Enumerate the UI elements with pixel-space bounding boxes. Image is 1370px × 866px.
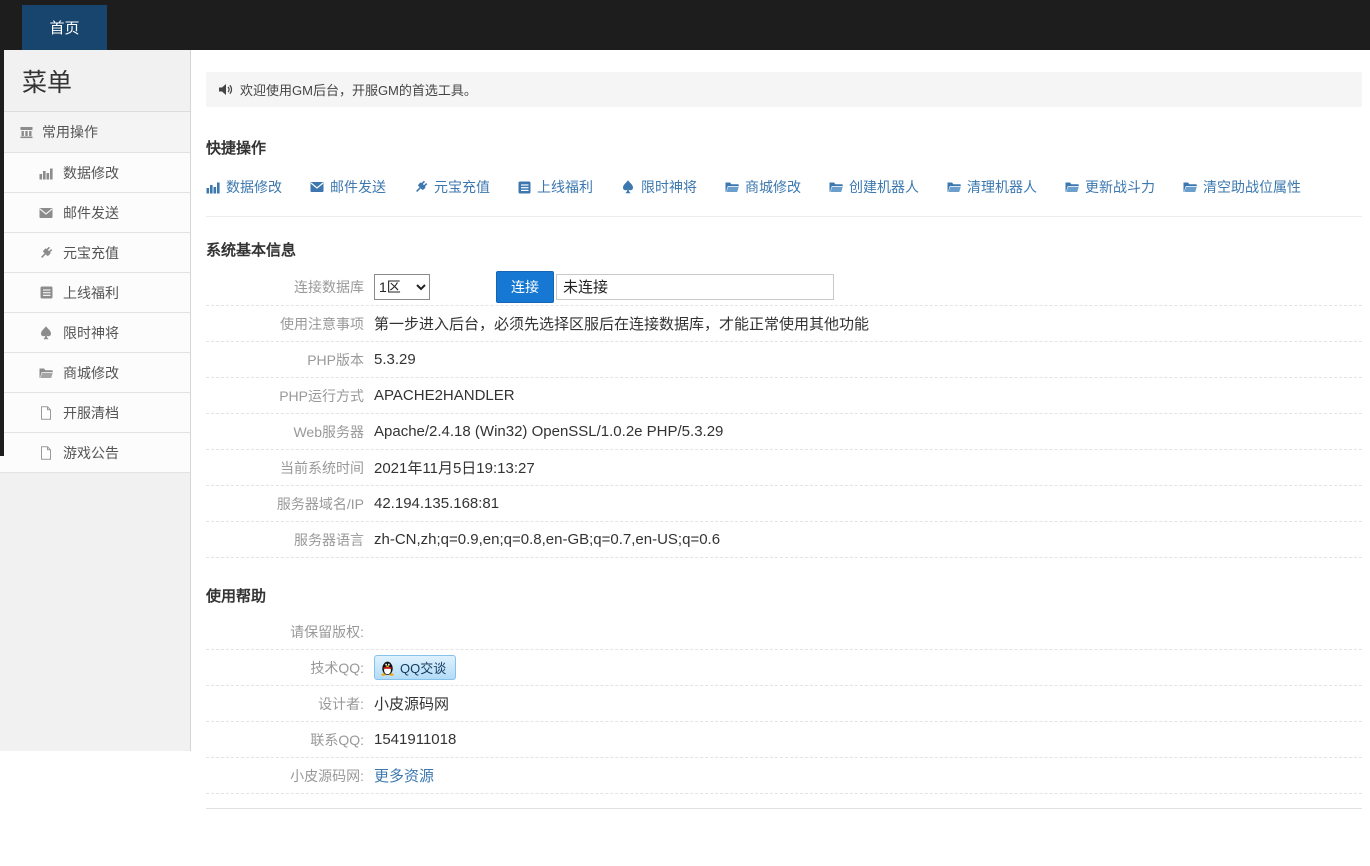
info-row-system-time: 当前系统时间 2021年11月5日19:13:27 <box>206 450 1362 486</box>
quick-link-clear-assist-attrs[interactable]: 清空助战位属性 <box>1183 177 1301 197</box>
sidebar-item-server-wipe[interactable]: 开服清档 <box>0 393 190 433</box>
quick-link-data-edit[interactable]: 数据修改 <box>206 177 282 197</box>
help-row-designer: 设计者: 小皮源码网 <box>206 686 1362 722</box>
folder-icon <box>1065 181 1079 193</box>
info-row-php-version: PHP版本 5.3.29 <box>206 342 1362 378</box>
quick-link-create-robot[interactable]: 创建机器人 <box>829 177 919 197</box>
sidebar: 菜单 常用操作 数据修改 邮件发送 <box>0 50 191 751</box>
sidebar-title: 菜单 <box>0 50 190 111</box>
info-row-server-language: 服务器语言 zh-CN,zh;q=0.9,en;q=0.8,en-GB;q=0.… <box>206 522 1362 558</box>
sidebar-item-online-welfare[interactable]: 上线福利 <box>0 273 190 313</box>
connection-status-input[interactable] <box>556 274 834 300</box>
quick-actions-row: 数据修改 邮件发送 元宝充值 上线福利 限时神将 <box>206 177 1362 217</box>
sidebar-item-yuanbao-recharge[interactable]: 元宝充值 <box>0 233 190 273</box>
quick-link-yuanbao-recharge[interactable]: 元宝充值 <box>414 177 490 197</box>
system-info-table: 连接数据库 1区 连接 使用注意事项 第一步进入后台，必须先选择区服后在连接数据… <box>206 268 1362 558</box>
help-value: 小皮源码网 <box>374 693 449 714</box>
connect-db-row: 连接数据库 1区 连接 <box>206 268 1362 306</box>
quick-link-update-power[interactable]: 更新战斗力 <box>1065 177 1155 197</box>
building-icon <box>18 125 34 139</box>
bar-chart-icon <box>38 166 54 180</box>
help-row-tech-qq: 技术QQ: QQ交谈 <box>206 650 1362 686</box>
spade-icon <box>38 326 54 340</box>
welcome-alert: 欢迎使用GM后台，开服GM的首选工具。 <box>206 72 1362 107</box>
quick-link-mail-send[interactable]: 邮件发送 <box>310 177 386 197</box>
sidebar-menu: 数据修改 邮件发送 元宝充值 上线福利 <box>0 153 190 473</box>
system-info-heading: 系统基本信息 <box>206 239 1362 260</box>
help-value: 1541911018 <box>374 731 456 748</box>
help-table: 请保留版权: 技术QQ: <box>206 614 1362 794</box>
sidebar-item-mall-edit[interactable]: 商城修改 <box>0 353 190 393</box>
quick-link-mall-edit[interactable]: 商城修改 <box>725 177 801 197</box>
help-row-copyright: 请保留版权: <box>206 614 1362 650</box>
bar-chart-icon <box>206 180 220 194</box>
speaker-icon <box>219 83 233 96</box>
info-value: 第一步进入后台，必须先选择区服后在连接数据库，才能正常使用其他功能 <box>374 313 869 334</box>
info-row-server-ip: 服务器域名/IP 42.194.135.168:81 <box>206 486 1362 522</box>
sidebar-item-limited-hero[interactable]: 限时神将 <box>0 313 190 353</box>
connect-button[interactable]: 连接 <box>496 271 554 303</box>
info-value: 42.194.135.168:81 <box>374 495 499 512</box>
info-value: 5.3.29 <box>374 351 416 368</box>
info-row-web-server: Web服务器 Apache/2.4.18 (Win32) OpenSSL/1.0… <box>206 414 1362 450</box>
info-row-notice: 使用注意事项 第一步进入后台，必须先选择区服后在连接数据库，才能正常使用其他功能 <box>206 306 1362 342</box>
quick-link-limited-hero[interactable]: 限时神将 <box>621 177 697 197</box>
qq-penguin-icon <box>380 660 395 676</box>
quick-link-clean-robot[interactable]: 清理机器人 <box>947 177 1037 197</box>
folder-icon <box>38 367 54 379</box>
quick-actions-heading: 快捷操作 <box>206 137 1362 158</box>
sidebar-group-label: 常用操作 <box>42 122 98 142</box>
connect-db-label: 连接数据库 <box>206 277 364 297</box>
bottom-divider <box>206 808 1362 809</box>
sidebar-item-game-notice[interactable]: 游戏公告 <box>0 433 190 473</box>
envelope-icon <box>38 207 54 219</box>
list-icon <box>38 286 54 299</box>
quick-link-online-welfare[interactable]: 上线福利 <box>518 177 593 197</box>
info-value: APACHE2HANDLER <box>374 387 515 404</box>
main-content: 欢迎使用GM后台，开服GM的首选工具。 快捷操作 数据修改 邮件发送 元宝充值 <box>192 72 1370 809</box>
more-resources-link[interactable]: 更多资源 <box>374 765 434 786</box>
help-row-contact-qq: 联系QQ: 1541911018 <box>206 722 1362 758</box>
welcome-alert-text: 欢迎使用GM后台，开服GM的首选工具。 <box>240 80 477 99</box>
folder-icon <box>829 181 843 193</box>
top-navbar: 首页 <box>0 0 1370 50</box>
sidebar-item-mail-send[interactable]: 邮件发送 <box>0 193 190 233</box>
help-heading: 使用帮助 <box>206 585 1362 606</box>
tab-home[interactable]: 首页 <box>22 5 107 50</box>
sidebar-accent-strip <box>0 50 4 456</box>
help-row-resources: 小皮源码网: 更多资源 <box>206 758 1362 794</box>
plug-icon <box>414 180 428 194</box>
folder-icon <box>947 181 961 193</box>
sidebar-group-common-operations[interactable]: 常用操作 <box>0 111 190 153</box>
info-value: 2021年11月5日19:13:27 <box>374 457 535 478</box>
sidebar-item-data-edit[interactable]: 数据修改 <box>0 153 190 193</box>
folder-icon <box>1183 181 1197 193</box>
info-value: zh-CN,zh;q=0.9,en;q=0.8,en-GB;q=0.7,en-U… <box>374 531 720 548</box>
spade-icon <box>621 180 635 194</box>
file-icon <box>38 406 54 420</box>
envelope-icon <box>310 181 324 193</box>
info-value: Apache/2.4.18 (Win32) OpenSSL/1.0.2e PHP… <box>374 423 723 440</box>
plug-icon <box>38 246 54 260</box>
info-row-php-sapi: PHP运行方式 APACHE2HANDLER <box>206 378 1362 414</box>
file-icon <box>38 446 54 460</box>
folder-icon <box>725 181 739 193</box>
list-icon <box>518 181 531 194</box>
zone-select[interactable]: 1区 <box>374 274 430 300</box>
qq-chat-button[interactable]: QQ交谈 <box>374 655 456 680</box>
